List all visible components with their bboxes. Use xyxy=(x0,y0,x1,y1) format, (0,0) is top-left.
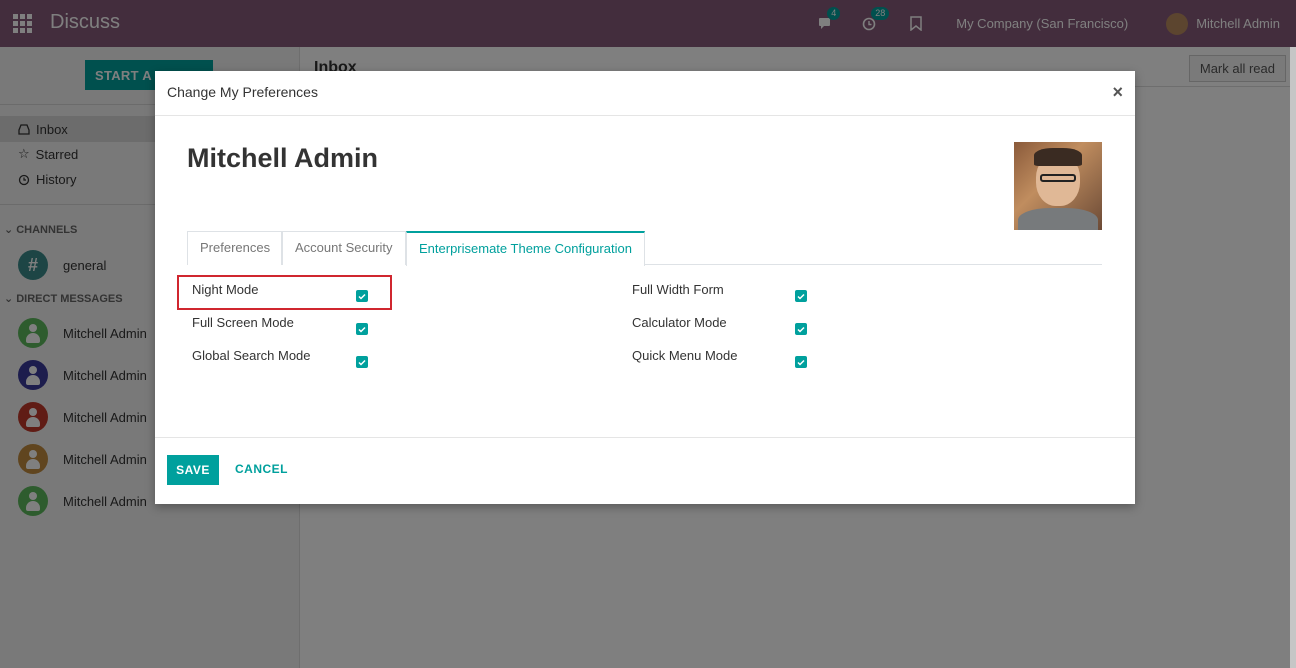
tab-account-security[interactable]: Account Security xyxy=(282,231,406,265)
full-screen-mode-label: Full Screen Mode xyxy=(192,315,294,330)
check-icon xyxy=(797,359,805,366)
calculator-mode-checkbox[interactable] xyxy=(795,323,807,335)
user-photo[interactable] xyxy=(1014,142,1102,230)
calculator-mode-label: Calculator Mode xyxy=(632,315,727,330)
check-icon xyxy=(358,359,366,366)
user-name-heading: Mitchell Admin xyxy=(187,143,379,173)
cancel-button[interactable]: CANCEL xyxy=(235,462,288,476)
tab-preferences[interactable]: Preferences xyxy=(187,231,282,265)
check-icon xyxy=(358,293,366,300)
dialog-header: Change My Preferences × xyxy=(155,71,1135,116)
save-button[interactable]: SAVE xyxy=(167,455,219,485)
full-screen-mode-checkbox[interactable] xyxy=(356,323,368,335)
check-icon xyxy=(358,326,366,333)
night-mode-label: Night Mode xyxy=(192,282,259,297)
dialog-title: Change My Preferences xyxy=(167,84,318,100)
night-mode-checkbox[interactable] xyxy=(356,290,368,302)
check-icon xyxy=(797,293,805,300)
tab-enterprisemate-theme[interactable]: Enterprisemate Theme Configuration xyxy=(406,231,645,266)
full-width-form-checkbox[interactable] xyxy=(795,290,807,302)
quick-menu-mode-label: Quick Menu Mode xyxy=(632,348,738,363)
tab-bar: Preferences Account Security Enterprisem… xyxy=(187,231,1102,266)
full-width-form-label: Full Width Form xyxy=(632,282,724,297)
check-icon xyxy=(797,326,805,333)
global-search-mode-label: Global Search Mode xyxy=(192,348,311,363)
quick-menu-mode-checkbox[interactable] xyxy=(795,356,807,368)
dialog-footer: SAVE CANCEL xyxy=(155,437,1135,504)
global-search-mode-checkbox[interactable] xyxy=(356,356,368,368)
scrollbar[interactable] xyxy=(1290,47,1296,668)
close-icon[interactable]: × xyxy=(1112,82,1123,103)
preferences-dialog: Change My Preferences × Mitchell Admin P… xyxy=(155,71,1135,504)
